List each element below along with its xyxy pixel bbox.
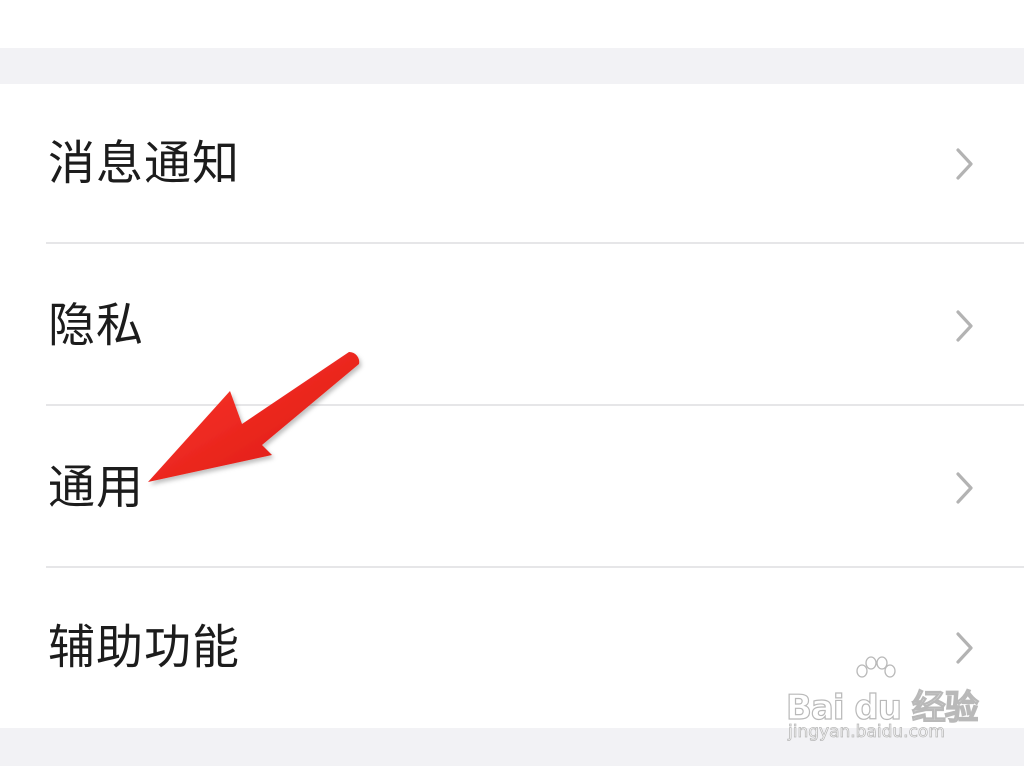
settings-item-label: 消息通知 (48, 136, 240, 192)
settings-item-label: 通用 (48, 460, 144, 516)
chevron-right-icon (956, 310, 973, 342)
row-divider (46, 404, 1024, 406)
settings-item-message-notifications[interactable]: 消息通知 (0, 84, 1024, 244)
chevron-right-icon (956, 632, 973, 664)
settings-item-accessibility[interactable]: 辅助功能 (0, 568, 1024, 728)
settings-item-general[interactable]: 通用 (0, 408, 1024, 568)
chevron-right-icon (956, 472, 973, 504)
settings-item-privacy[interactable]: 隐私 (0, 246, 1024, 406)
chevron-right-icon (956, 148, 973, 180)
row-divider (46, 242, 1024, 244)
settings-item-label: 隐私 (48, 298, 144, 354)
top-section-card (0, 0, 1024, 48)
settings-item-label: 辅助功能 (48, 620, 240, 676)
settings-list: 消息通知 隐私 通用 辅助功能 (0, 84, 1024, 728)
